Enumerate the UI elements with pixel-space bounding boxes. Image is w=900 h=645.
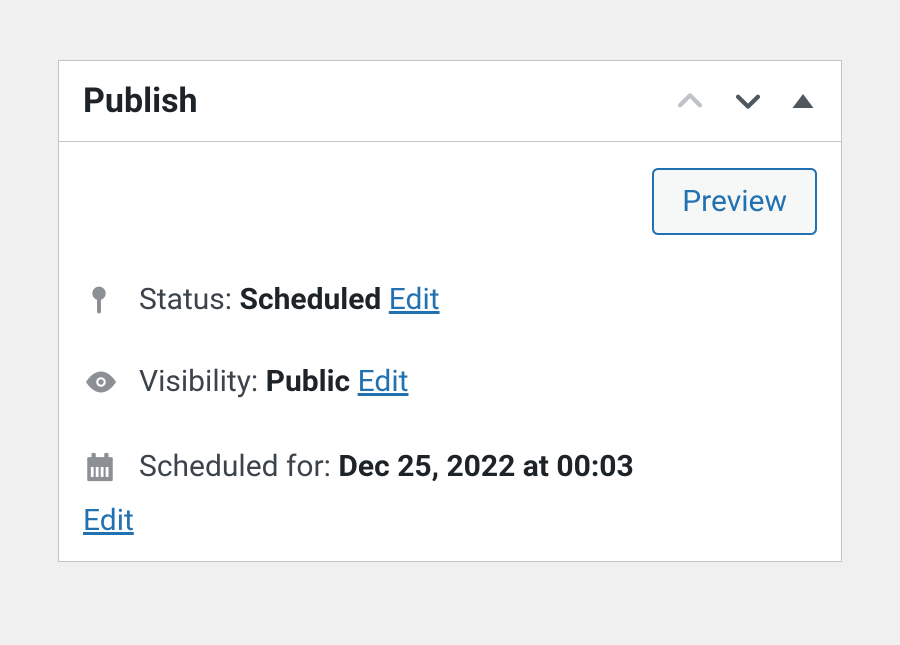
key-icon <box>83 284 119 316</box>
collapse-toggle-icon[interactable] <box>789 87 817 115</box>
schedule-row: Scheduled for: Dec 25, 2022 at 00:03 Edi… <box>83 443 817 545</box>
eye-icon <box>83 364 119 400</box>
schedule-label: Scheduled for: <box>139 449 331 484</box>
move-down-icon[interactable] <box>731 84 765 118</box>
move-up-icon[interactable] <box>673 84 707 118</box>
schedule-value: Dec 25, 2022 at 00:03 <box>338 449 633 484</box>
panel-header: Publish <box>59 61 841 142</box>
schedule-line: Scheduled for: Dec 25, 2022 at 00:03 <box>83 443 817 491</box>
panel-body: Preview Status: Scheduled Edit Visibilit… <box>59 142 841 561</box>
preview-row: Preview <box>83 168 817 235</box>
calendar-icon <box>83 450 119 484</box>
visibility-row: Visibility: Public Edit <box>83 361 817 403</box>
visibility-edit-link[interactable]: Edit <box>358 364 409 399</box>
status-edit-link[interactable]: Edit <box>389 282 440 317</box>
schedule-text: Scheduled for: Dec 25, 2022 at 00:03 <box>139 443 634 491</box>
preview-button[interactable]: Preview <box>652 168 817 235</box>
panel-title: Publish <box>83 81 198 121</box>
visibility-label: Visibility: <box>139 364 258 399</box>
status-text: Status: Scheduled Edit <box>139 279 440 321</box>
status-value: Scheduled <box>240 282 382 317</box>
visibility-value: Public <box>266 364 351 399</box>
publish-panel: Publish Preview Status: Scheduled <box>58 60 842 562</box>
visibility-text: Visibility: Public Edit <box>139 361 408 403</box>
status-label: Status: <box>139 282 232 317</box>
status-row: Status: Scheduled Edit <box>83 279 817 321</box>
schedule-edit-link[interactable]: Edit <box>83 497 817 545</box>
panel-header-controls <box>673 84 817 118</box>
